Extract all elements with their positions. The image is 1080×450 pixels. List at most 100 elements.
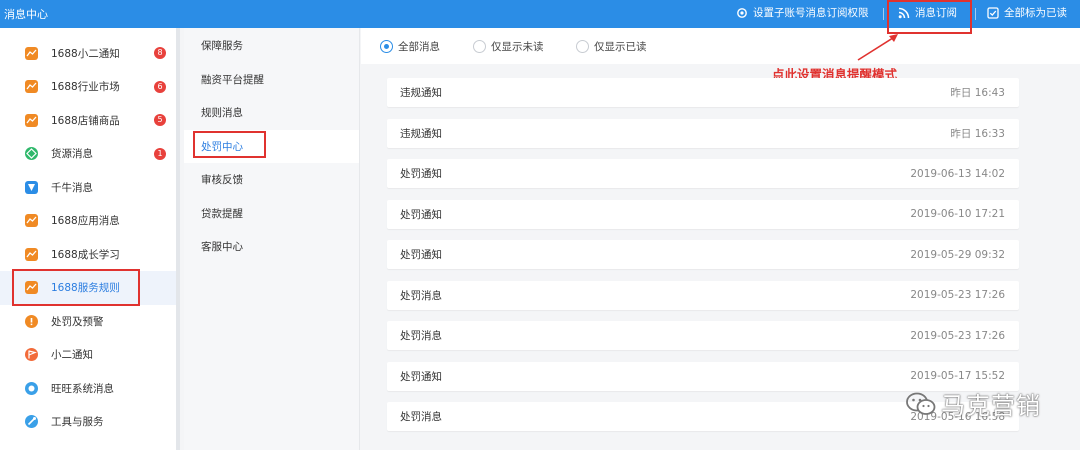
sidebar-item[interactable]: 1688成长学习 <box>0 237 176 271</box>
unread-count-badge: 5 <box>154 114 166 126</box>
filter-unread-radio[interactable]: 仅显示未读 <box>473 39 544 54</box>
chart-icon <box>25 46 38 60</box>
message-row[interactable]: 违规通知 昨日 16:33 <box>387 118 1019 148</box>
sidebar-item-label: 1688店铺商品 <box>51 114 120 127</box>
message-title: 处罚消息 <box>400 289 442 302</box>
sidebar-item[interactable]: 1688服务规则 <box>0 270 176 305</box>
page-title: 消息中心 <box>4 8 48 21</box>
filter-all-radio[interactable]: 全部消息 <box>380 39 440 54</box>
chat-icon <box>25 381 38 395</box>
filter-all-label: 全部消息 <box>398 41 440 53</box>
subnav-item[interactable]: 客服中心 <box>184 230 359 263</box>
subnav-item[interactable]: 保障服务 <box>184 29 359 62</box>
unread-count-badge: 1 <box>154 147 166 160</box>
message-title: 处罚通知 <box>400 370 442 383</box>
sidebar-item[interactable]: 千牛消息 <box>0 170 176 204</box>
chart-icon <box>25 113 38 127</box>
subscribe-label: 消息订阅 <box>915 7 957 19</box>
subnav-item-label: 客服中心 <box>201 241 243 253</box>
message-title: 违规通知 <box>400 87 442 99</box>
subnav-item-label: 审核反馈 <box>201 174 243 186</box>
chart-icon <box>25 80 38 93</box>
message-title: 处罚消息 <box>400 330 442 342</box>
sub-category-nav: 保障服务融资平台提醒 规则消息处罚中心审核反馈贷款提醒客服中心 <box>184 28 360 450</box>
sidebar-item[interactable]: 1688小二通知 8 <box>0 36 176 70</box>
sidebar-item[interactable]: 旺旺系统消息 <box>0 371 176 405</box>
sub-account-permission-button[interactable]: 设置子账号消息订阅权限 <box>736 5 869 20</box>
message-row[interactable]: 处罚消息 2019-05-23 17:26 <box>387 321 1019 350</box>
sidebar-item[interactable]: 1688应用消息 <box>0 204 176 238</box>
filter-unread-label: 仅显示未读 <box>491 41 544 53</box>
message-row[interactable]: 处罚通知 2019-06-10 17:21 <box>387 199 1019 229</box>
chart-icon <box>25 281 38 294</box>
chart-icon <box>25 247 38 261</box>
filter-read-label: 仅显示已读 <box>594 41 647 53</box>
message-time: 2019-05-17 15:52 <box>910 370 1005 382</box>
message-title: 处罚通知 <box>400 168 442 180</box>
warning-icon <box>25 314 38 328</box>
sidebar-item-label: 货源消息 <box>51 148 93 160</box>
mark-all-read-label: 全部标为已读 <box>1004 7 1067 19</box>
wechat-icon <box>906 392 936 415</box>
message-time: 昨日 16:33 <box>950 127 1005 140</box>
category-sidebar: 1688小二通知 8 1688行业市场 6 1688店铺商品 5 货源消息 1 千牛消息 1688… <box>0 28 180 450</box>
message-title: 违规通知 <box>400 127 442 140</box>
flag-icon <box>25 348 38 361</box>
rss-icon <box>898 7 910 18</box>
sidebar-item-label: 1688小二通知 <box>51 47 120 60</box>
divider <box>883 8 884 20</box>
divider <box>975 8 976 20</box>
subnav-item-label: 规则消息 <box>201 107 243 119</box>
message-title: 处罚通知 <box>400 249 442 261</box>
tool-icon <box>25 415 38 428</box>
message-time: 2019-06-10 17:21 <box>910 208 1005 220</box>
sidebar-item-label: 处罚及预警 <box>51 315 104 328</box>
watermark-text: 马克营销 <box>941 392 1041 420</box>
subnav-item[interactable]: 融资平台提醒 <box>184 63 359 96</box>
checkbox-icon <box>987 6 999 19</box>
unread-count-badge: 6 <box>154 80 166 93</box>
message-time: 2019-05-29 09:32 <box>910 248 1005 261</box>
message-time: 2019-06-13 14:02 <box>910 167 1005 180</box>
message-time: 2019-05-23 17:26 <box>910 329 1005 342</box>
sidebar-item-label: 小二通知 <box>51 349 93 361</box>
message-time: 昨日 16:43 <box>950 87 1005 99</box>
sidebar-item[interactable]: 处罚及预警 <box>0 304 176 338</box>
unread-count-badge: 8 <box>154 47 166 59</box>
radio-dot <box>576 40 589 53</box>
sidebar-item-label: 1688行业市场 <box>51 81 120 93</box>
subscribe-button[interactable]: 消息订阅 <box>898 5 957 20</box>
subnav-item[interactable]: 规则消息 <box>184 96 359 129</box>
message-row[interactable]: 处罚通知 2019-06-13 14:02 <box>387 159 1019 188</box>
radio-dot <box>380 40 393 53</box>
sidebar-item-label: 1688服务规则 <box>51 282 120 294</box>
watermark: 马克营销 <box>905 386 1041 421</box>
sub-account-permission-label: 设置子账号消息订阅权限 <box>753 7 869 19</box>
subnav-item-label: 保障服务 <box>201 40 243 52</box>
message-time: 2019-05-23 17:26 <box>910 289 1005 301</box>
sidebar-item[interactable]: 小二通知 <box>0 338 176 372</box>
sidebar-item-label: 1688成长学习 <box>51 248 120 261</box>
filter-read-radio[interactable]: 仅显示已读 <box>576 39 647 54</box>
subnav-item[interactable]: 审核反馈 <box>184 163 359 196</box>
sidebar-item[interactable]: 工具与服务 <box>0 405 176 439</box>
sidebar-item[interactable]: 货源消息 1 <box>0 137 176 171</box>
sidebar-item[interactable]: 1688行业市场 6 <box>0 70 176 104</box>
message-title: 处罚消息 <box>400 411 442 423</box>
gear-icon <box>737 7 747 18</box>
subnav-item[interactable]: 处罚中心 <box>184 129 359 163</box>
sidebar-item-label: 旺旺系统消息 <box>51 382 114 395</box>
chart-icon <box>25 214 38 227</box>
message-title: 处罚通知 <box>400 208 442 221</box>
message-row[interactable]: 违规通知 昨日 16:43 <box>387 78 1019 107</box>
radio-dot <box>473 40 486 53</box>
message-row[interactable]: 处罚消息 2019-05-23 17:26 <box>387 280 1019 310</box>
message-row[interactable]: 处罚通知 2019-05-29 09:32 <box>387 240 1019 269</box>
subnav-item-label: 贷款提醒 <box>201 207 243 220</box>
top-bar: 消息中心 设置子账号消息订阅权限 消息订阅 全部标为已读 <box>0 0 1080 28</box>
subnav-item-label: 融资平台提醒 <box>201 73 264 86</box>
subnav-item[interactable]: 贷款提醒 <box>184 197 359 230</box>
sidebar-item[interactable]: 1688店铺商品 5 <box>0 103 176 137</box>
mark-all-read-button[interactable]: 全部标为已读 <box>987 5 1067 20</box>
subnav-item-label: 处罚中心 <box>201 140 243 153</box>
